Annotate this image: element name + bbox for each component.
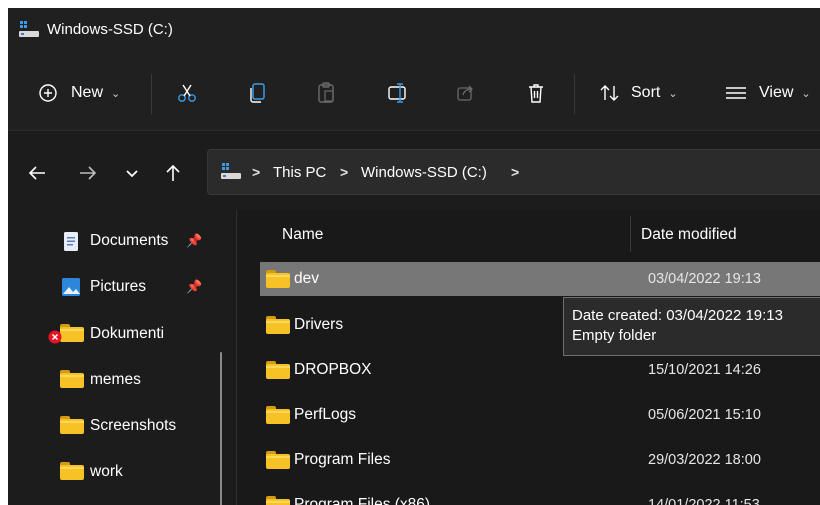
forward-button[interactable] [76, 163, 100, 187]
cut-icon [176, 82, 198, 104]
arrow-up-icon [165, 163, 181, 188]
pane-divider[interactable] [236, 210, 237, 505]
file-name: PerfLogs [294, 406, 357, 423]
folder-icon [60, 416, 84, 436]
chevron-down-icon: ⌄ [668, 87, 678, 100]
sidebar-item-label: Pictures [90, 278, 146, 295]
breadcrumb-separator[interactable]: > [511, 164, 519, 180]
share-button[interactable] [456, 78, 476, 108]
breadcrumb-separator[interactable]: > [252, 164, 260, 180]
file-name: Program Files [294, 451, 391, 468]
paste-icon [316, 82, 336, 104]
new-button[interactable]: New ⌄ [38, 78, 120, 108]
sidebar-item-dokumenti[interactable]: Dokumenti [48, 320, 220, 348]
share-icon [456, 83, 476, 103]
rename-button[interactable] [387, 78, 409, 108]
copy-icon [248, 82, 268, 104]
file-date: 14/01/2022 11:53 [648, 497, 760, 505]
tooltip-date-created: Date created: 03/04/2022 19:13 [572, 307, 783, 324]
chevron-down-icon [125, 166, 139, 184]
file-date: 05/06/2021 15:10 [648, 407, 761, 423]
drive-icon [220, 162, 242, 187]
sidebar-item-label: Dokumenti [90, 325, 165, 342]
sidebar-item-label: memes [90, 371, 141, 388]
file-row[interactable]: DROPBOX 15/10/2021 14:26 [260, 353, 820, 387]
navigation-pane: Documents 📌 Pictures 📌 Dokumenti memes S… [8, 210, 238, 505]
window-title: Windows-SSD (C:) [47, 21, 173, 38]
up-button[interactable] [161, 163, 185, 187]
file-date: 29/03/2022 18:00 [648, 452, 761, 468]
address-bar[interactable]: > This PC > Windows-SSD (C:) > [207, 149, 820, 195]
view-icon [725, 85, 747, 101]
arrow-left-icon [27, 165, 47, 186]
sidebar-item-memes[interactable]: memes [60, 366, 220, 394]
chevron-down-icon: ⌄ [801, 87, 811, 100]
file-name: Program Files (x86) [294, 496, 431, 505]
sidebar-item-work[interactable]: work [60, 458, 220, 486]
column-header-name[interactable]: Name [282, 226, 323, 244]
paste-button[interactable] [316, 78, 336, 108]
plus-circle-icon [38, 83, 58, 103]
cut-button[interactable] [176, 78, 198, 108]
file-row[interactable]: PerfLogs 05/06/2021 15:10 [260, 398, 820, 432]
navigation-bar: > This PC > Windows-SSD (C:) > [8, 130, 820, 210]
folder-icon [266, 496, 290, 505]
file-row[interactable]: Program Files 29/03/2022 18:00 [260, 443, 820, 477]
sidebar-scrollbar[interactable] [220, 352, 222, 505]
chevron-down-icon: ⌄ [111, 87, 121, 100]
copy-button[interactable] [248, 78, 268, 108]
arrow-right-icon [78, 165, 98, 186]
breadcrumb-windows-ssd[interactable]: Windows-SSD (C:) [361, 164, 487, 181]
toolbar-divider [151, 74, 152, 114]
pictures-icon [60, 277, 82, 297]
breadcrumb-separator[interactable]: > [340, 164, 348, 180]
command-bar: New ⌄ Sort ⌄ View ⌄ [8, 52, 820, 130]
folder-icon [60, 370, 84, 390]
file-list: Name Date modified dev 03/04/2022 19:13 … [238, 210, 820, 505]
sort-button[interactable]: Sort ⌄ [599, 78, 678, 108]
pin-icon[interactable]: 📌 [186, 279, 202, 295]
file-date: 03/04/2022 19:13 [648, 271, 761, 287]
folder-icon [266, 406, 290, 424]
folder-icon [266, 270, 290, 288]
back-button[interactable] [25, 163, 49, 187]
breadcrumb-this-pc[interactable]: This PC [273, 164, 326, 181]
file-row[interactable]: dev 03/04/2022 19:13 [260, 262, 820, 296]
column-header-date-modified[interactable]: Date modified [641, 226, 737, 244]
column-divider[interactable] [630, 216, 631, 252]
title-bar: Windows-SSD (C:) [8, 8, 820, 52]
sidebar-item-label: Screenshots [90, 417, 177, 434]
file-date: 15/10/2021 14:26 [648, 362, 761, 378]
sidebar-item-label: Documents [90, 232, 169, 249]
sort-button-label: Sort [631, 84, 661, 101]
sort-icon [599, 83, 621, 103]
folder-error-icon [48, 324, 84, 344]
file-row[interactable]: Program Files (x86) 14/01/2022 11:53 [260, 488, 820, 505]
file-name: dev [294, 270, 319, 287]
folder-icon [266, 316, 290, 334]
folder-icon [60, 462, 84, 482]
new-button-label: New [71, 84, 104, 101]
rename-icon [387, 82, 409, 104]
file-name: Drivers [294, 316, 344, 333]
delete-button[interactable] [526, 78, 546, 108]
view-button[interactable]: View ⌄ [725, 78, 811, 108]
sidebar-item-label: work [90, 463, 123, 480]
toolbar-divider [574, 74, 575, 114]
delete-icon [526, 82, 546, 104]
folder-icon [266, 451, 290, 469]
view-button-label: View [759, 84, 794, 101]
recent-locations-button[interactable] [120, 163, 144, 187]
sidebar-item-screenshots[interactable]: Screenshots [60, 412, 220, 440]
file-explorer-window: Windows-SSD (C:) New ⌄ Sort ⌄ View ⌄ > T… [8, 8, 820, 505]
folder-tooltip: Date created: 03/04/2022 19:13 Empty fol… [563, 297, 820, 356]
file-name: DROPBOX [294, 361, 372, 378]
folder-icon [266, 361, 290, 379]
tooltip-folder-status: Empty folder [572, 327, 657, 344]
documents-icon [60, 231, 82, 251]
pin-icon[interactable]: 📌 [186, 233, 202, 249]
drive-icon [18, 19, 40, 39]
